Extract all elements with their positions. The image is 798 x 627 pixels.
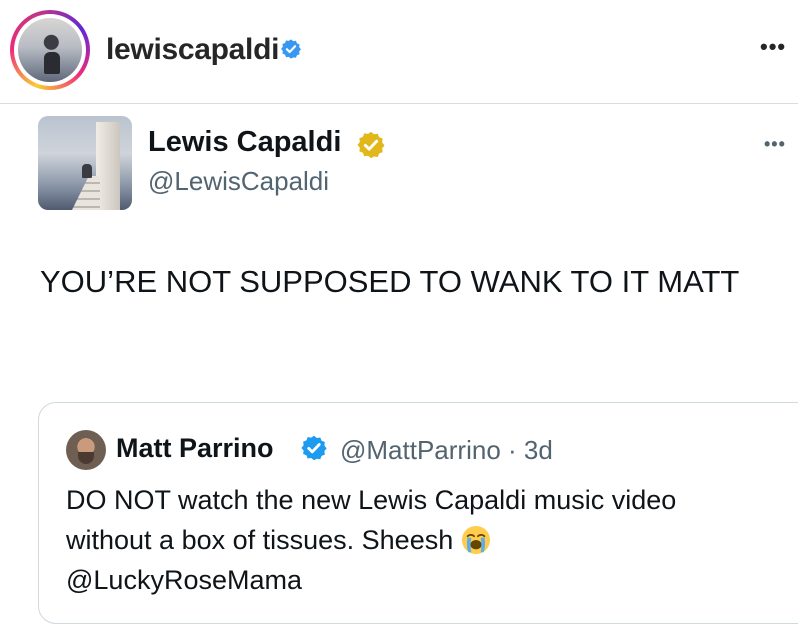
quoted-tweet-mention[interactable]: @LuckyRoseMama — [66, 565, 302, 595]
tweet-more-options-icon[interactable]: ••• — [764, 134, 786, 155]
quoted-author-name[interactable]: Matt Parrino — [116, 433, 274, 464]
quoted-tweet-text-block: DO NOT watch the new Lewis Capaldi music… — [66, 480, 756, 600]
quoted-verified-badge-icon — [301, 435, 327, 461]
tweet-author-name[interactable]: Lewis Capaldi — [148, 126, 341, 159]
profile-avatar — [18, 18, 82, 82]
quoted-author-meta: @MattParrino · 3d — [340, 435, 553, 466]
instagram-post-header: lewiscapaldi ••• — [0, 0, 798, 104]
tweet-text: YOU’RE NOT SUPPOSED TO WANK TO IT MATT — [40, 264, 740, 299]
verified-badge-icon — [281, 39, 301, 59]
quoted-author-handle[interactable]: @MattParrino — [340, 435, 501, 465]
tweet-author-avatar[interactable] — [38, 116, 132, 210]
quoted-tweet-text: DO NOT watch the new Lewis Capaldi music… — [66, 485, 677, 555]
quoted-tweet-time[interactable]: 3d — [524, 435, 553, 465]
meta-separator: · — [508, 435, 517, 465]
instagram-username[interactable]: lewiscapaldi — [106, 33, 279, 67]
verified-gold-badge-icon — [357, 131, 385, 159]
tweet-author-handle[interactable]: @LewisCapaldi — [148, 166, 329, 197]
quoted-author-avatar[interactable] — [66, 430, 106, 470]
loudly-crying-face-icon — [461, 525, 490, 555]
profile-avatar-story-ring[interactable] — [10, 10, 90, 90]
more-options-icon[interactable]: ••• — [760, 34, 786, 60]
